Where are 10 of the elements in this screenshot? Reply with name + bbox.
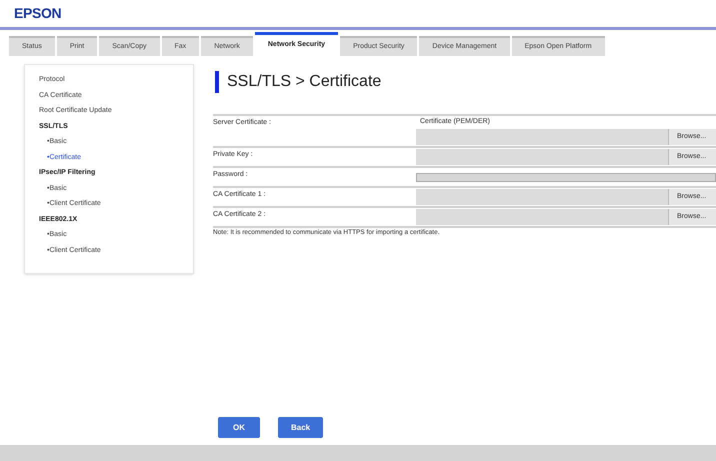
file-path-field[interactable] (416, 149, 668, 165)
password-field[interactable] (416, 172, 716, 182)
file-path-field[interactable] (416, 209, 668, 225)
logo: EPSON (14, 4, 62, 23)
page-title: SSL/TLS > Certificate (227, 72, 382, 92)
ok-button[interactable]: OK (218, 417, 260, 438)
file-path-field[interactable] (416, 189, 668, 205)
title-accent-bar (215, 71, 219, 93)
back-button[interactable]: Back (278, 417, 324, 438)
file-path-field[interactable] (416, 129, 668, 145)
